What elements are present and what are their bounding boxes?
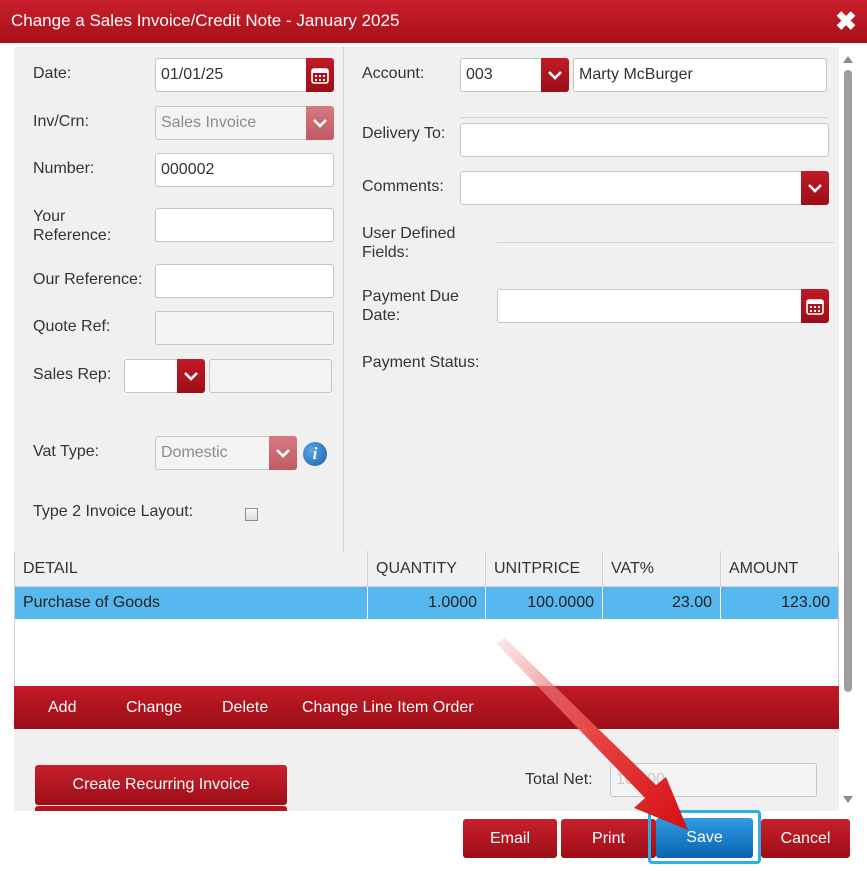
account-code-select[interactable]: 003 [460, 58, 542, 92]
user-defined-label-line2: Fields: [362, 244, 410, 261]
sales-rep-label: Sales Rep: [33, 366, 112, 383]
total-net-label: Total Net: [525, 771, 593, 788]
type2-layout-label: Type 2 Invoice Layout: [33, 503, 194, 520]
change-line-item-order-button[interactable]: Change Line Item Order [302, 686, 474, 729]
total-net-input: 100.00 [610, 763, 817, 797]
cell-amount[interactable]: 123.00 [721, 587, 838, 619]
chevron-down-icon[interactable] [541, 58, 569, 92]
your-reference-input[interactable] [155, 208, 334, 242]
date-label: Date: [33, 65, 72, 82]
calendar-icon[interactable] [306, 58, 334, 92]
print-button[interactable]: Print [561, 819, 656, 858]
chevron-down-icon[interactable] [177, 359, 205, 393]
button-edge [35, 806, 287, 811]
cell-unitprice[interactable]: 100.0000 [486, 587, 603, 619]
column-header-amount[interactable]: AMOUNT [721, 551, 838, 587]
column-header-quantity[interactable]: QUANTITY [368, 551, 486, 587]
info-icon[interactable]: i [303, 442, 327, 466]
line-items-table: DETAIL QUANTITY UNITPRICE VAT% AMOUNT Pu… [14, 551, 839, 686]
add-button[interactable]: Add [48, 686, 76, 729]
close-icon[interactable]: ✖ [831, 6, 861, 36]
chevron-down-icon[interactable] [801, 171, 829, 205]
payment-due-label-line1: Payment Due [362, 288, 459, 305]
payment-due-label-line2: Date: [362, 307, 401, 324]
inv-crn-select[interactable]: Sales Invoice [155, 106, 307, 140]
cancel-button[interactable]: Cancel [761, 819, 850, 858]
column-header-vat[interactable]: VAT% [603, 551, 721, 587]
our-reference-input[interactable] [155, 264, 334, 298]
scrollbar-thumb[interactable] [844, 70, 852, 692]
type2-layout-checkbox[interactable] [245, 508, 258, 521]
vat-type-select[interactable]: Domestic [155, 436, 270, 470]
cell-vat[interactable]: 23.00 [603, 587, 721, 619]
inv-crn-label: Inv/Crn: [33, 113, 90, 130]
vat-type-label: Vat Type: [33, 443, 100, 460]
separator [460, 117, 828, 118]
column-header-detail[interactable]: DETAIL [15, 551, 368, 587]
separator [497, 242, 834, 243]
line-item-action-bar: Add Change Delete Change Line Item Order [14, 686, 839, 729]
user-defined-label-line1: User Defined [362, 225, 456, 242]
calendar-icon[interactable] [801, 289, 829, 323]
payment-due-date-input[interactable] [497, 289, 802, 323]
your-reference-label-line2: Reference: [33, 227, 112, 244]
sales-rep-code-select[interactable] [124, 359, 178, 393]
delivery-to-label: Delivery To: [362, 125, 446, 142]
quote-ref-label: Quote Ref: [33, 318, 111, 335]
title-bar: Change a Sales Invoice/Credit Note - Jan… [0, 0, 867, 43]
delete-button[interactable]: Delete [222, 686, 268, 729]
cell-quantity[interactable]: 1.0000 [368, 587, 486, 619]
account-label: Account: [362, 65, 425, 82]
chevron-down-icon[interactable] [306, 106, 334, 140]
chevron-down-icon[interactable] [269, 436, 297, 470]
window-title: Change a Sales Invoice/Credit Note - Jan… [11, 11, 400, 30]
comments-label: Comments: [362, 178, 444, 195]
create-recurring-invoice-button[interactable]: Create Recurring Invoice [35, 765, 287, 805]
cell-detail[interactable]: Purchase of Goods [15, 587, 368, 619]
column-divider [343, 47, 344, 551]
account-name-input[interactable]: Marty McBurger [573, 58, 827, 92]
comments-select[interactable] [460, 171, 802, 205]
our-reference-label: Our Reference: [33, 271, 143, 288]
payment-status-label: Payment Status: [362, 354, 480, 371]
delivery-to-input[interactable] [460, 123, 829, 157]
your-reference-label-line1: Your [33, 208, 66, 225]
quote-ref-input [155, 311, 334, 345]
change-button[interactable]: Change [126, 686, 182, 729]
sales-rep-name-input [209, 359, 332, 393]
email-button[interactable]: Email [463, 819, 557, 858]
number-input[interactable]: 000002 [155, 153, 334, 187]
save-highlight [648, 810, 761, 864]
date-input[interactable]: 01/01/25 [155, 58, 307, 92]
number-label: Number: [33, 160, 95, 177]
column-header-unitprice[interactable]: UNITPRICE [486, 551, 603, 587]
